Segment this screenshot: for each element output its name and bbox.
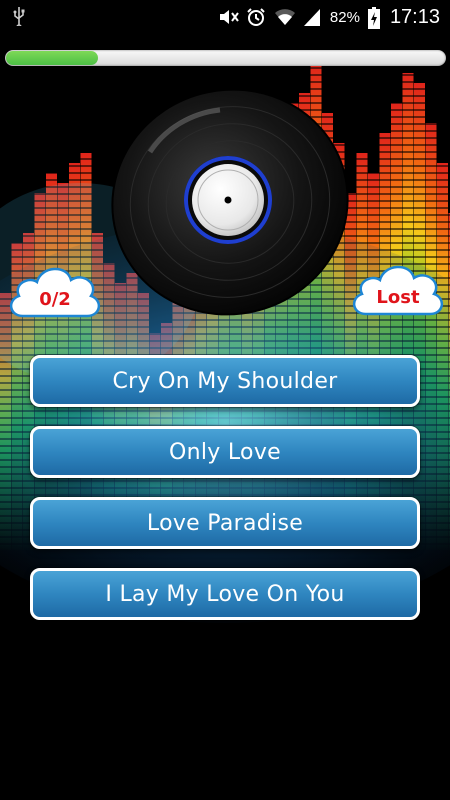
song-progress-bar bbox=[5, 50, 446, 66]
battery-percent: 82% bbox=[329, 8, 360, 26]
answer-button-1[interactable]: Cry On My Shoulder bbox=[30, 355, 420, 407]
answer-button-3[interactable]: Love Paradise bbox=[30, 497, 420, 549]
wifi-icon bbox=[274, 7, 295, 27]
signal-icon bbox=[302, 7, 322, 27]
clock: 17:13 bbox=[389, 5, 440, 28]
battery-charging-icon bbox=[367, 7, 380, 29]
status-bar: 82% 17:13 bbox=[0, 0, 450, 33]
result-badge: Lost bbox=[348, 254, 448, 324]
alarm-icon bbox=[246, 7, 266, 27]
result-label: Lost bbox=[376, 286, 420, 308]
answer-button-2[interactable]: Only Love bbox=[30, 426, 420, 478]
answer-button-4[interactable]: I Lay My Love On You bbox=[30, 568, 420, 620]
score-label: 0/2 bbox=[39, 288, 71, 310]
usb-icon bbox=[12, 6, 26, 31]
vinyl-record-icon[interactable] bbox=[110, 82, 350, 322]
song-progress-fill bbox=[6, 51, 98, 65]
score-badge: 0/2 bbox=[5, 256, 105, 326]
mute-icon bbox=[218, 7, 239, 27]
